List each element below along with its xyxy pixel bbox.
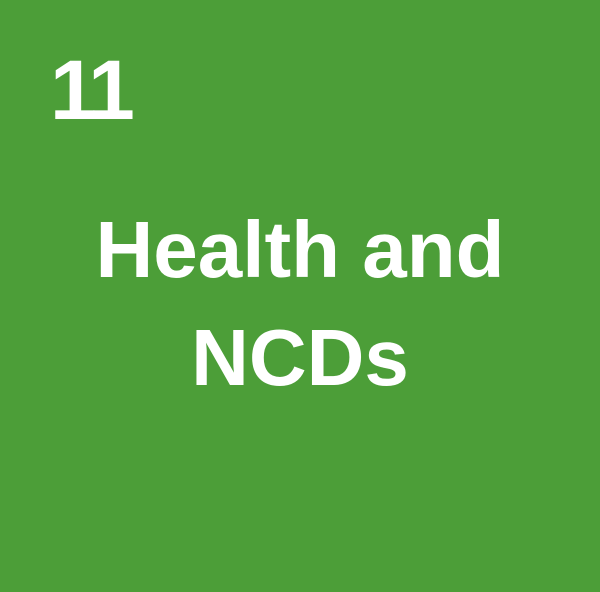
goal-title-line-1: Health and [95,205,505,294]
goal-title-line-2: NCDs [191,313,409,402]
goal-title: Health and NCDs [0,196,600,412]
goal-number: 11 [50,43,135,137]
goal-tile: 11 Health and NCDs [0,0,600,592]
